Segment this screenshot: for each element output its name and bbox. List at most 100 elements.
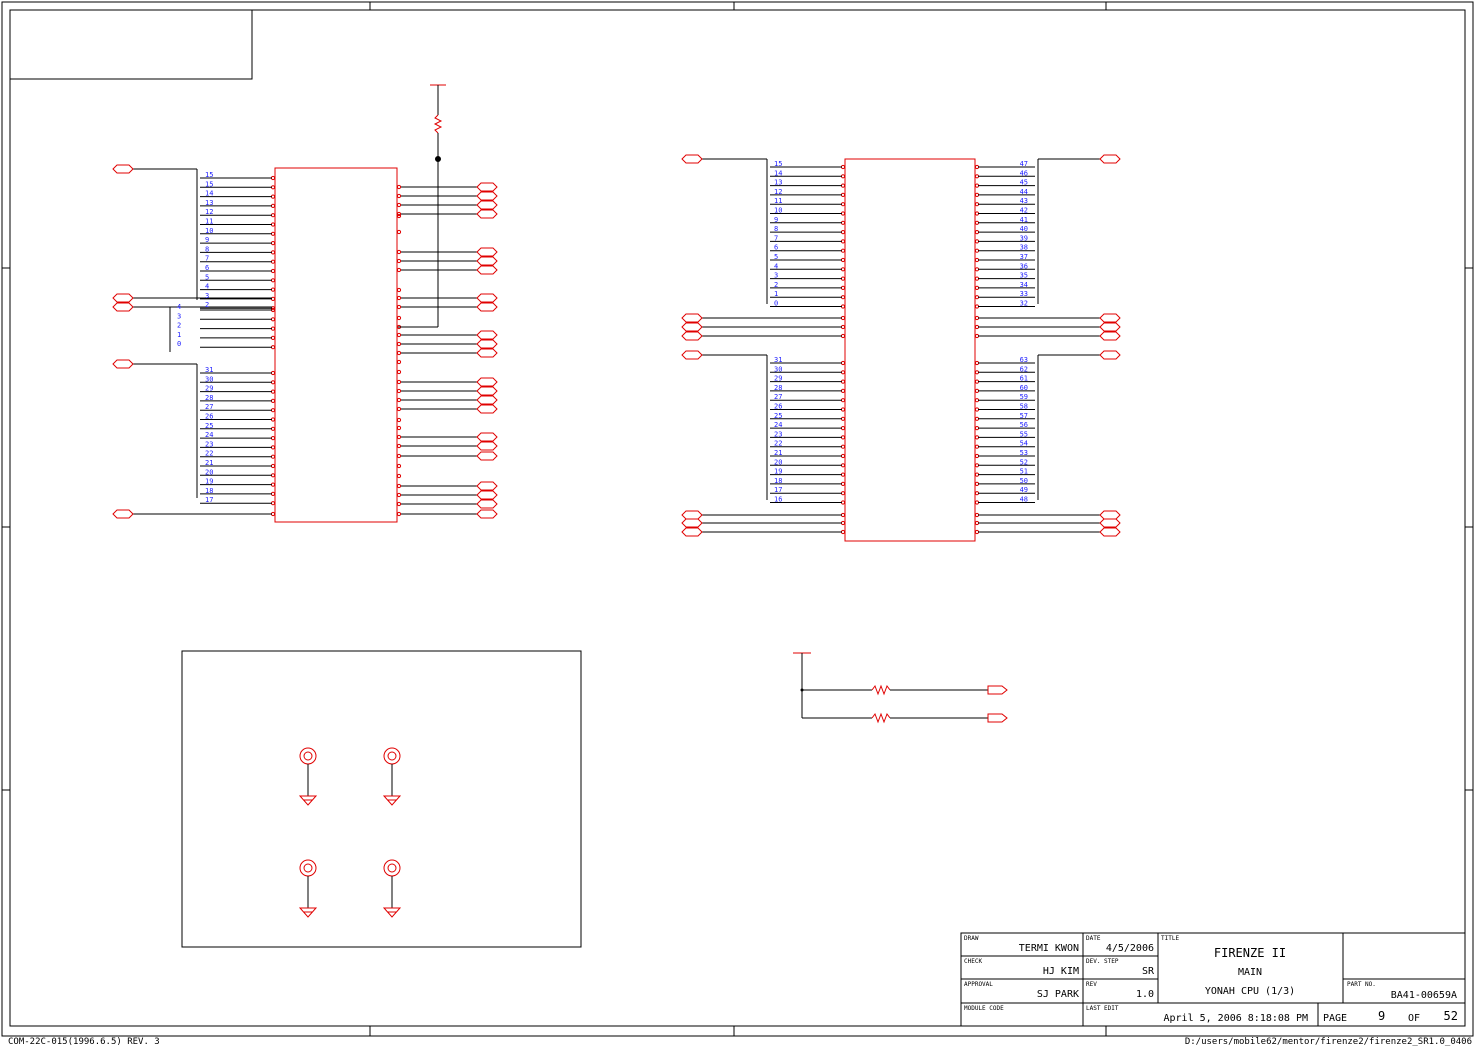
devstep-label: DEV. STEP [1086, 958, 1119, 965]
net-port [476, 386, 498, 396]
pin-label: 6 [205, 264, 209, 272]
pin-label: 1 [774, 290, 778, 298]
pin-label: 13 [205, 199, 213, 207]
mounting-hole [382, 747, 402, 806]
ic-u2: 1514131211109876543210474645444342414039… [681, 154, 1121, 542]
pin-label: 9 [774, 216, 778, 224]
pin-stub [396, 332, 402, 338]
net-port [476, 247, 498, 257]
pin-label: 1 [177, 331, 181, 339]
pin-label: 27 [774, 393, 782, 401]
mounting-hole [298, 747, 318, 806]
pin-stub [396, 315, 402, 321]
title-line-3: YONAH CPU (1/3) [1205, 986, 1295, 997]
draw-label: DRAW [964, 935, 979, 942]
last-edit-label: LAST EDIT [1086, 1005, 1119, 1012]
net-port [112, 293, 134, 303]
pin-stub [396, 463, 402, 469]
net-port [476, 348, 498, 358]
pin-label: 3 [177, 312, 181, 320]
pin-stub [396, 267, 402, 273]
date-label: DATE [1086, 935, 1101, 942]
pin-label: 45 [1020, 179, 1028, 187]
net-port [476, 256, 498, 266]
pin-label: 19 [774, 468, 782, 476]
ic-u1: 1515141312111098765432432103130292827262… [112, 164, 498, 523]
sheet-border [1, 1, 1474, 1037]
pin-label: 28 [774, 384, 782, 392]
check-value: HJ KIM [1043, 966, 1079, 977]
pin-label: 24 [774, 421, 782, 429]
pin-label: 6 [774, 244, 778, 252]
net-port [476, 191, 498, 201]
net-port [476, 293, 498, 303]
schematic-sheet: 1515141312111098765432432103130292827262… [1, 1, 1474, 1046]
pin-label: 23 [774, 430, 782, 438]
pin-label: 31 [205, 366, 213, 374]
net-port [112, 509, 134, 519]
pin-label: 33 [1020, 290, 1028, 298]
net-port [476, 209, 498, 219]
net-port [476, 339, 498, 349]
pin-stub [396, 388, 402, 394]
pin-label: 18 [205, 487, 213, 495]
pin-label: 17 [774, 486, 782, 494]
net-port [476, 509, 498, 519]
pin-label: 14 [774, 169, 782, 177]
pin-stub [396, 202, 402, 208]
mounting-hole [298, 859, 318, 918]
net-port [681, 510, 703, 520]
page-total: 52 [1444, 1009, 1458, 1023]
pin-label: 9 [205, 236, 209, 244]
net-port [1099, 510, 1121, 520]
pin-label: 4 [177, 303, 181, 311]
pin-label: 0 [177, 340, 181, 348]
pin-label: 30 [205, 375, 213, 383]
mounting-holes [298, 747, 402, 918]
pin-label: 4 [774, 262, 778, 270]
net-port [476, 377, 498, 387]
part-no-label: PART NO. [1347, 981, 1376, 988]
pin-label: 51 [1020, 468, 1028, 476]
pin-label: 5 [205, 273, 209, 281]
pin-label: 15 [205, 180, 213, 188]
net-port [112, 302, 134, 312]
last-edit-value: April 5, 2006 8:18:08 PM [1164, 1013, 1309, 1024]
pin-label: 2 [774, 281, 778, 289]
net-port [476, 490, 498, 500]
pin-label: 29 [205, 385, 213, 393]
title-line-2: MAIN [1238, 967, 1262, 978]
pin-label: 7 [205, 255, 209, 263]
net-port [681, 154, 703, 164]
net-port [476, 404, 498, 414]
pin-label: 5 [774, 253, 778, 261]
pin-label: 20 [205, 468, 213, 476]
approval-label: APPROVAL [964, 981, 993, 988]
pin-stub [396, 184, 402, 190]
pin-label: 21 [774, 449, 782, 457]
pin-label: 52 [1020, 458, 1028, 466]
pin-stub [396, 258, 402, 264]
pin-label: 35 [1020, 272, 1028, 280]
pin-label: 55 [1020, 430, 1028, 438]
pin-label: 38 [1020, 244, 1028, 252]
pin-stub [396, 369, 402, 375]
pin-stub [396, 359, 402, 365]
net-port [681, 518, 703, 528]
pin-label: 11 [774, 197, 782, 205]
pullup-resistor-u1 [398, 84, 446, 328]
pin-label: 7 [774, 234, 778, 242]
pin-stub [396, 511, 402, 517]
pin-label: 48 [1020, 496, 1028, 504]
mounting-holes-box [181, 650, 582, 948]
pin-stub [396, 304, 402, 310]
pullup-resistors-pair [793, 652, 1008, 724]
pin-label: 24 [205, 431, 213, 439]
rev-label: REV [1086, 981, 1097, 988]
pin-label: 17 [205, 496, 213, 504]
net-port [681, 322, 703, 332]
net-port [681, 527, 703, 537]
pin-label: 13 [774, 179, 782, 187]
net-port [681, 313, 703, 323]
pin-stub [396, 483, 402, 489]
